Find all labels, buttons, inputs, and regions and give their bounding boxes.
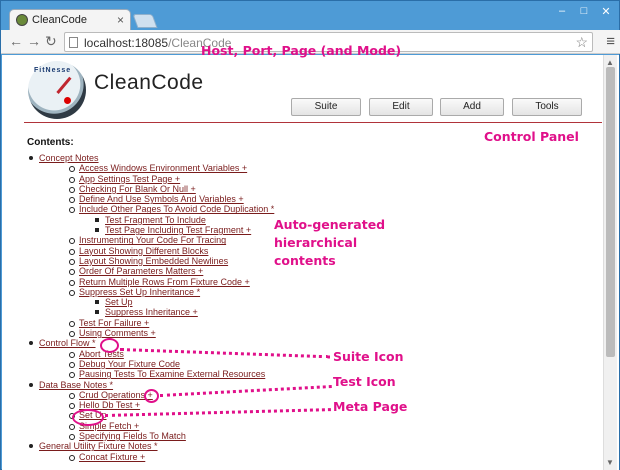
toc-link[interactable]: Concat Fixture + <box>79 452 145 462</box>
header-divider <box>24 122 602 123</box>
logo-text: FitNesse <box>34 67 72 74</box>
toc-link[interactable]: Layout Showing Different Blocks <box>79 246 208 256</box>
toc-item: General Utility Fixture Notes * <box>27 441 274 451</box>
toc-link[interactable]: Access Windows Environment Variables + <box>79 163 247 173</box>
toc-item: Concat Fixture + <box>27 452 274 462</box>
gauge-dot-icon <box>64 97 71 104</box>
toc-link[interactable]: Data Base Notes * <box>39 380 113 390</box>
fitnesse-logo[interactable]: FitNesse <box>28 61 86 119</box>
gauge-needle-icon <box>56 76 72 94</box>
toc-link[interactable]: Return Multiple Rows From Fixture Code + <box>79 277 250 287</box>
toc-item: Control Flow * <box>27 338 274 348</box>
toc-item: Layout Showing Different Blocks <box>27 246 274 256</box>
close-tab-icon[interactable]: × <box>117 13 124 27</box>
tab-bar: CleanCode × – □ ✕ <box>1 1 620 31</box>
toc-item: Access Windows Environment Variables + <box>27 163 274 173</box>
url-host: localhost:18085 <box>84 36 169 50</box>
annotation-suite-icon: Suite Icon <box>333 349 404 364</box>
toc-link[interactable]: Checking For Blank Or Null + <box>79 184 196 194</box>
back-arrow-icon[interactable]: ← <box>9 33 23 49</box>
toc-item: App Settings Test Page + <box>27 174 274 184</box>
toc-link[interactable]: Include Other Pages To Avoid Code Duplic… <box>79 204 274 214</box>
browser-tab[interactable]: CleanCode × <box>9 9 131 31</box>
scroll-down-icon[interactable]: ▼ <box>606 458 614 467</box>
toc-link[interactable]: Control Flow * <box>39 338 96 348</box>
minimize-icon[interactable]: – <box>555 5 569 18</box>
toc-link[interactable]: Test Fragment To Include <box>105 215 206 225</box>
toc-item: Suppress Inheritance + <box>27 307 274 317</box>
toc-link[interactable]: General Utility Fixture Notes * <box>39 441 158 451</box>
tab-title: CleanCode <box>32 14 88 26</box>
toc-item: Set Up <box>27 297 274 307</box>
suite-icon-highlight <box>100 338 119 353</box>
page-title: CleanCode <box>94 71 204 94</box>
suite-button[interactable]: Suite <box>291 98 361 116</box>
new-tab-button[interactable] <box>132 14 158 28</box>
annotation-test-icon: Test Icon <box>333 374 396 389</box>
toc-item: Return Multiple Rows From Fixture Code + <box>27 277 274 287</box>
meta-page-highlight <box>72 409 104 426</box>
toc-link[interactable]: Test For Failure + <box>79 318 149 328</box>
toc-link[interactable]: Order Of Parameters Matters + <box>79 266 203 276</box>
contents-heading: Contents: <box>27 137 74 148</box>
toc-link[interactable]: Specifying Fields To Match <box>79 431 186 441</box>
toc-item: Using Comments + <box>27 328 274 338</box>
add-button[interactable]: Add <box>440 98 504 116</box>
annotation-auto-2: hierarchical <box>274 235 358 250</box>
toc-link[interactable]: Pausing Tests To Examine External Resour… <box>79 369 265 379</box>
fitnesse-favicon-icon <box>16 14 28 26</box>
toc-item: Specifying Fields To Match <box>27 431 274 441</box>
toc-link[interactable]: Using Comments + <box>79 328 156 338</box>
toc-link[interactable]: App Settings Test Page + <box>79 174 180 184</box>
toc-item: Simple Fetch + <box>27 421 274 431</box>
page-icon <box>69 37 78 48</box>
close-window-icon[interactable]: ✕ <box>599 5 613 18</box>
forward-arrow-icon[interactable]: → <box>27 33 41 49</box>
toc-item: Test Fragment To Include <box>27 215 274 225</box>
toc-link[interactable]: Layout Showing Embedded Newlines <box>79 256 228 266</box>
toc-item: Define And Use Symbols And Variables + <box>27 194 274 204</box>
toc-item: Test For Failure + <box>27 318 274 328</box>
edit-button[interactable]: Edit <box>369 98 433 116</box>
annotation-control-panel: Control Panel <box>484 129 579 144</box>
annotation-host-port: Host, Port, Page (and Mode) <box>201 43 402 58</box>
toc-item: Concept Notes <box>27 153 274 163</box>
bookmark-star-icon[interactable]: ☆ <box>575 34 588 51</box>
maximize-icon[interactable]: □ <box>577 5 591 18</box>
annotation-auto-1: Auto-generated <box>274 217 386 232</box>
annotation-meta-page: Meta Page <box>333 399 408 414</box>
toc-item: Checking For Blank Or Null + <box>27 184 274 194</box>
toc-link[interactable]: Suppress Set Up Inheritance * <box>79 287 200 297</box>
toc-item: Instrumenting Your Code For Tracing <box>27 235 274 245</box>
toc-link[interactable]: Define And Use Symbols And Variables + <box>79 194 244 204</box>
toc-link[interactable]: Suppress Inheritance + <box>105 307 198 317</box>
toc-link[interactable]: Concept Notes <box>39 153 99 163</box>
toc-link[interactable]: Instrumenting Your Code For Tracing <box>79 235 226 245</box>
toc-link[interactable]: Crud Operations + <box>79 390 153 400</box>
tools-button[interactable]: Tools <box>512 98 582 116</box>
toc-item: Order Of Parameters Matters + <box>27 266 274 276</box>
toc-link[interactable]: Set Up <box>105 297 133 307</box>
test-icon-highlight <box>144 389 159 403</box>
scroll-up-icon[interactable]: ▲ <box>606 58 614 67</box>
toc-item: Layout Showing Embedded Newlines <box>27 256 274 266</box>
vertical-scrollbar[interactable]: ▲ ▼ <box>603 55 617 470</box>
toc-item: Test Page Including Test Fragment + <box>27 225 274 235</box>
toc-item: Include Other Pages To Avoid Code Duplic… <box>27 204 274 214</box>
reload-icon[interactable]: ↻ <box>45 33 57 50</box>
scrollbar-thumb[interactable] <box>606 67 615 357</box>
toc-link[interactable]: Debug Your Fixture Code <box>79 359 180 369</box>
toc-item: Debug Your Fixture Code <box>27 359 274 369</box>
toc-item: Suppress Set Up Inheritance * <box>27 287 274 297</box>
toc-item: Pausing Tests To Examine External Resour… <box>27 369 274 379</box>
annotation-auto-3: contents <box>274 253 336 268</box>
window-controls: – □ ✕ <box>555 5 613 18</box>
menu-icon[interactable]: ≡ <box>606 33 615 50</box>
toc-link[interactable]: Test Page Including Test Fragment + <box>105 225 251 235</box>
